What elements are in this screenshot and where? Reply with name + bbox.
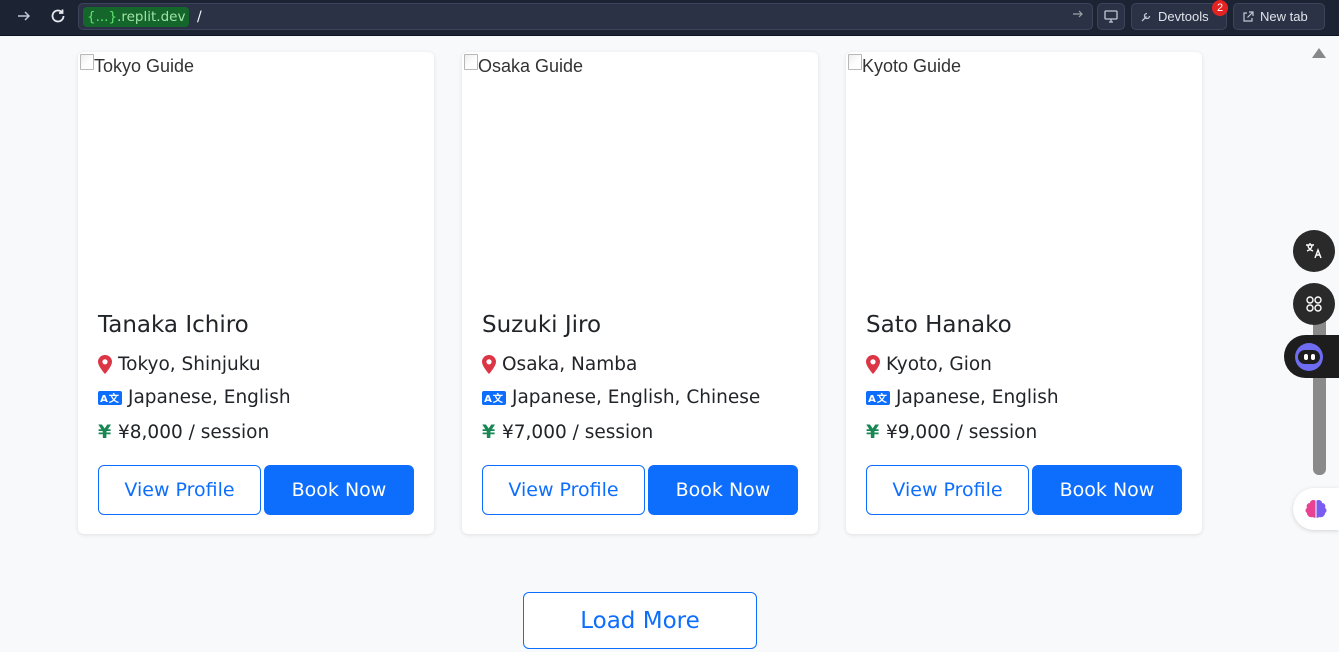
- guide-languages: A文 Japanese, English, Chinese: [482, 387, 760, 408]
- url-path: /: [197, 9, 202, 25]
- view-profile-button[interactable]: View Profile: [98, 465, 261, 515]
- price-text: ¥9,000 / session: [886, 421, 1038, 443]
- devtools-button[interactable]: Devtools 2: [1131, 0, 1228, 30]
- guide-languages: A文 Japanese, English: [866, 387, 1059, 408]
- view-profile-button[interactable]: View Profile: [866, 465, 1029, 515]
- forward-icon[interactable]: [8, 0, 40, 32]
- brain-icon: [1305, 499, 1327, 518]
- devtools-badge: 2: [1212, 0, 1228, 16]
- devtools-label: Devtools: [1158, 9, 1209, 24]
- guide-name: Suzuki Jiro: [482, 312, 602, 338]
- guide-photo: Tokyo Guide: [78, 52, 434, 302]
- languages-text: Japanese, English: [896, 387, 1059, 408]
- translate-float-button[interactable]: [1293, 230, 1335, 272]
- guide-name: Sato Hanako: [866, 312, 1012, 338]
- location-text: Osaka, Namba: [502, 354, 638, 375]
- apps-float-button[interactable]: [1293, 283, 1335, 325]
- translate-icon: [1306, 243, 1322, 259]
- guide-name: Tanaka Ichiro: [98, 312, 249, 338]
- broken-image-icon: [848, 54, 862, 70]
- price-text: ¥7,000 / session: [502, 421, 654, 443]
- screen-button[interactable]: [1097, 3, 1125, 30]
- grid-icon: [1306, 296, 1322, 312]
- reload-icon[interactable]: [42, 0, 74, 32]
- view-profile-button[interactable]: View Profile: [482, 465, 645, 515]
- languages-text: Japanese, English, Chinese: [512, 387, 761, 408]
- price-text: ¥8,000 / session: [118, 421, 270, 443]
- book-now-button[interactable]: Book Now: [648, 465, 798, 515]
- guide-price: ¥ ¥9,000 / session: [866, 421, 1037, 443]
- yen-icon: ¥: [866, 421, 880, 443]
- guide-card: Osaka Guide Suzuki Jiro Osaka, Namba A文 …: [462, 52, 818, 534]
- scroll-up-arrow-icon[interactable]: [1312, 48, 1326, 58]
- guide-photo: Kyoto Guide: [846, 52, 1202, 302]
- guide-price: ¥ ¥7,000 / session: [482, 421, 653, 443]
- wrench-icon: [1141, 12, 1151, 21]
- assistant-float-button[interactable]: [1284, 335, 1339, 378]
- image-alt-text: Tokyo Guide: [94, 56, 195, 76]
- monitor-icon: [1104, 10, 1118, 23]
- guide-languages: A文 Japanese, English: [98, 387, 291, 408]
- broken-image-icon: [80, 54, 94, 70]
- translate-icon: A文: [866, 390, 890, 405]
- map-pin-icon: [98, 355, 112, 374]
- yen-icon: ¥: [482, 421, 496, 443]
- browser-toolbar: {...}.replit.dev / Devtools 2 New tab: [0, 0, 1339, 36]
- guide-location: Osaka, Namba: [482, 354, 637, 375]
- new-tab-label: New tab: [1260, 9, 1308, 24]
- address-bar[interactable]: {...}.replit.dev /: [78, 3, 1093, 30]
- load-more-button[interactable]: Load More: [523, 592, 757, 649]
- go-arrow-icon[interactable]: [1072, 8, 1084, 23]
- guide-location: Tokyo, Shinjuku: [98, 354, 261, 375]
- book-now-button[interactable]: Book Now: [1032, 465, 1182, 515]
- translate-icon: A文: [482, 390, 506, 405]
- guide-location: Kyoto, Gion: [866, 354, 992, 375]
- location-text: Tokyo, Shinjuku: [118, 354, 261, 375]
- translate-icon: A文: [98, 390, 122, 405]
- yen-icon: ¥: [98, 421, 112, 443]
- image-alt-text: Kyoto Guide: [862, 56, 962, 76]
- external-link-icon: [1243, 10, 1254, 22]
- guide-price: ¥ ¥8,000 / session: [98, 421, 269, 443]
- languages-text: Japanese, English: [128, 387, 291, 408]
- robot-icon: [1295, 343, 1323, 371]
- book-now-button[interactable]: Book Now: [264, 465, 414, 515]
- map-pin-icon: [482, 355, 496, 374]
- url-domain: {...}.replit.dev: [83, 7, 190, 27]
- guide-card: Tokyo Guide Tanaka Ichiro Tokyo, Shinjuk…: [78, 52, 434, 534]
- broken-image-icon: [464, 54, 478, 70]
- scrollbar-thumb[interactable]: [1313, 300, 1326, 475]
- image-alt-text: Osaka Guide: [478, 56, 584, 76]
- guide-card: Kyoto Guide Sato Hanako Kyoto, Gion A文 J…: [846, 52, 1202, 534]
- new-tab-button[interactable]: New tab: [1233, 3, 1325, 30]
- map-pin-icon: [866, 355, 880, 374]
- location-text: Kyoto, Gion: [886, 354, 992, 375]
- brain-float-button[interactable]: [1293, 488, 1339, 530]
- guide-photo: Osaka Guide: [462, 52, 818, 302]
